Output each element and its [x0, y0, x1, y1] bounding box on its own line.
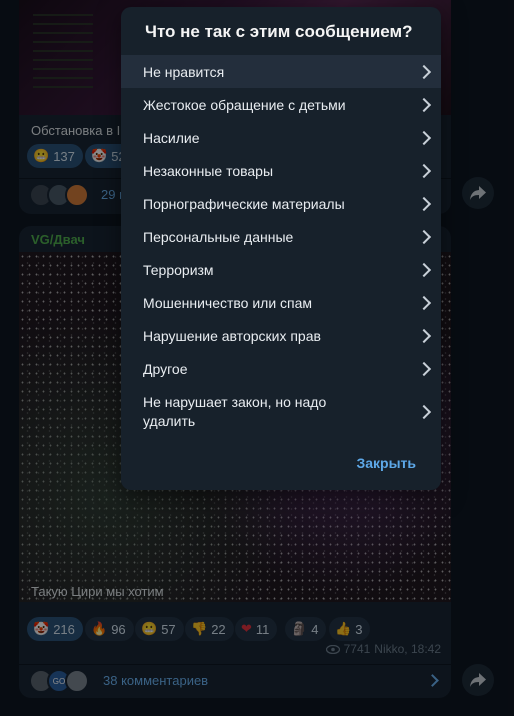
reason-violence[interactable]: Насилие: [121, 121, 441, 154]
reason-label: Незаконные товары: [143, 162, 274, 179]
reason-child-abuse[interactable]: Жестокое обращение с детьми: [121, 88, 441, 121]
chevron-right-icon: [416, 196, 432, 211]
reason-personal-data[interactable]: Персональные данные: [121, 220, 441, 253]
chevron-right-icon: [416, 262, 432, 277]
chevron-right-icon: [416, 328, 432, 343]
dialog-title: Что не так с этим сообщением?: [145, 22, 413, 41]
report-reason-list: Не нравится Жестокое обращение с детьми …: [121, 55, 441, 438]
reason-other[interactable]: Другое: [121, 352, 441, 385]
report-dialog: Что не так с этим сообщением? Не нравитс…: [121, 7, 441, 490]
reason-scam-spam[interactable]: Мошенничество или спам: [121, 286, 441, 319]
reason-pornography[interactable]: Порнографические материалы: [121, 187, 441, 220]
reason-label: Нарушение авторских прав: [143, 327, 321, 344]
reason-label: Жестокое обращение с детьми: [143, 96, 346, 113]
reason-illegal-goods[interactable]: Незаконные товары: [121, 154, 441, 187]
reason-label: Мошенничество или спам: [143, 294, 313, 311]
chevron-right-icon: [416, 229, 432, 244]
reason-not-illegal-remove[interactable]: Не нарушает закон, но надо удалить: [121, 385, 441, 438]
reason-dislike[interactable]: Не нравится: [121, 55, 441, 88]
reason-copyright[interactable]: Нарушение авторских прав: [121, 319, 441, 352]
chevron-right-icon: [416, 64, 432, 79]
close-button[interactable]: Закрыть: [356, 455, 416, 471]
reason-label: Не нравится: [143, 63, 225, 80]
reason-label: Порнографические материалы: [143, 195, 345, 212]
reason-terrorism[interactable]: Терроризм: [121, 253, 441, 286]
reason-label: Персональные данные: [143, 228, 294, 245]
reason-label: Не нарушает закон, но надо удалить: [143, 393, 327, 429]
chevron-right-icon: [416, 163, 432, 178]
reason-label: Терроризм: [143, 261, 214, 278]
chevron-right-icon: [416, 361, 432, 376]
chevron-right-icon: [416, 130, 432, 145]
reason-label: Насилие: [143, 129, 200, 146]
chevron-right-icon: [416, 97, 432, 112]
chevron-right-icon: [416, 404, 432, 419]
chevron-right-icon: [416, 295, 432, 310]
reason-label: Другое: [143, 360, 188, 377]
